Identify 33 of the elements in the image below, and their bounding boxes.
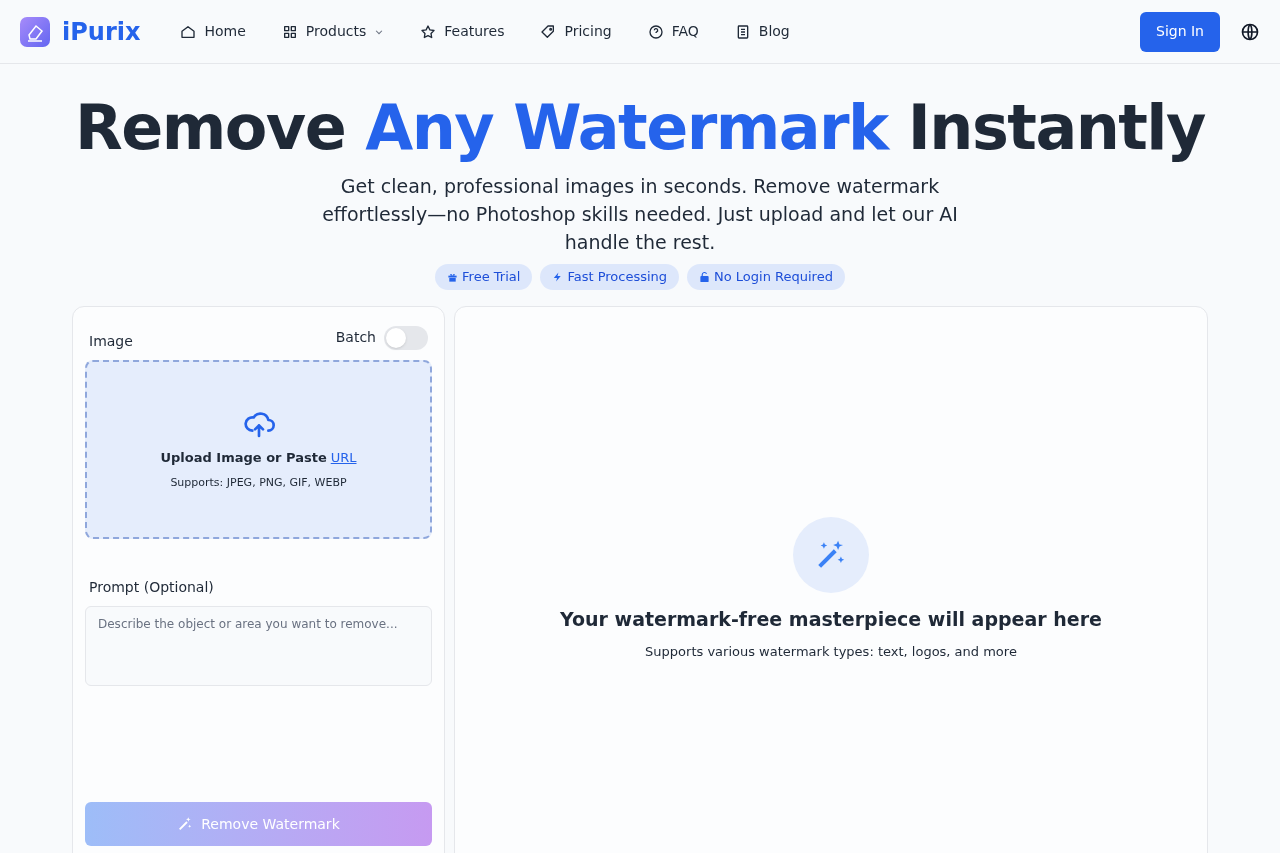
house-icon — [180, 23, 197, 40]
image-label: Image — [89, 332, 133, 351]
hero-title: Remove Any Watermark Instantly — [75, 92, 1205, 164]
question-circle-icon — [647, 23, 664, 40]
hero-subtitle: Get clean, professional images in seconds. Remove watermark effortlessly—no Photoshop skills needed. Just upload and let our AI handle the rest. — [321, 174, 959, 255]
feature-badge: Free Trial — [435, 264, 533, 290]
feature-badge: Fast Processing — [540, 264, 680, 290]
prompt-field[interactable]: Describe the object or area you want to remove... — [85, 606, 432, 686]
result-title: Your watermark-free masterpiece will appear here — [560, 607, 1102, 632]
unlocked-padlock-icon — [699, 271, 711, 283]
globe-icon[interactable] — [1240, 21, 1260, 42]
nav-link[interactable]: Home — [180, 21, 246, 42]
upload-dropzone[interactable]: Upload Image or Paste URL Supports: JPEG, PNG, GIF, WEBP — [85, 360, 432, 539]
sign-in-button[interactable]: Sign In — [1140, 11, 1220, 52]
prompt-label: Prompt (Optional) — [88, 578, 215, 597]
batch-toggle[interactable] — [384, 325, 428, 350]
nav-link[interactable]: Products — [281, 21, 385, 42]
url-link[interactable]: URL — [330, 447, 357, 467]
logo-icon — [20, 16, 50, 47]
grid-icon — [281, 23, 298, 40]
nav-link[interactable]: FAQ — [647, 21, 699, 42]
nav-link[interactable]: Blog — [734, 21, 790, 42]
brand-name[interactable]: iPurix — [62, 13, 141, 50]
upload-text: Upload Image or Paste — [160, 448, 327, 467]
gift-icon — [447, 271, 459, 283]
supported-formats: Supports: JPEG, PNG, GIF, WEBP — [170, 475, 347, 491]
batch-label: Batch — [335, 328, 376, 347]
tag-icon — [540, 23, 557, 40]
star-icon — [420, 23, 437, 40]
feature-badge: No Login Required — [687, 264, 845, 290]
result-subtitle: Supports various watermark types: text, logos, and more — [645, 642, 1017, 661]
nav-link[interactable]: Pricing — [540, 21, 612, 42]
nav-link[interactable]: Features — [420, 21, 505, 42]
